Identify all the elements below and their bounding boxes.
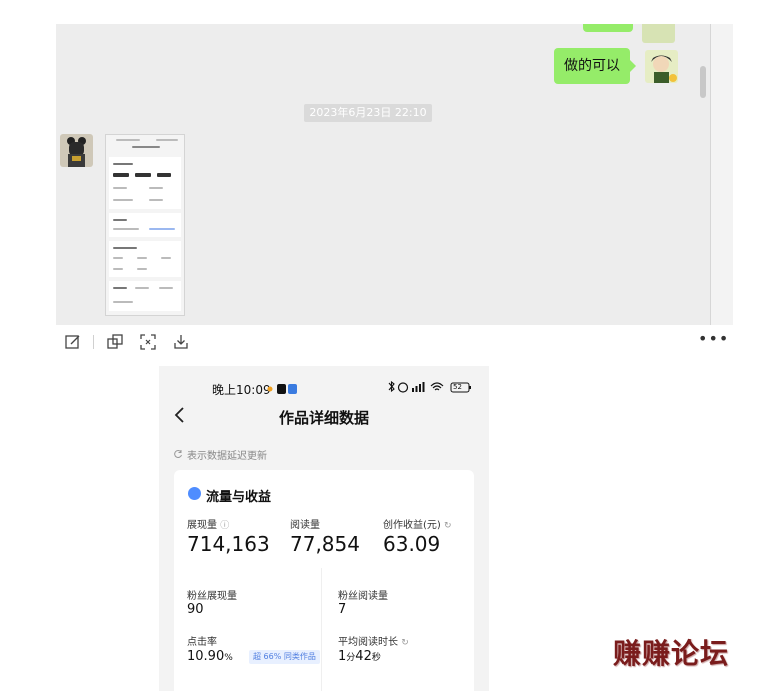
chat-scrollbar[interactable] [700,66,706,98]
click-rate-value: 10.90% [187,649,233,664]
edit-icon[interactable] [64,333,82,351]
status-bar-icons [388,380,471,393]
info-icon[interactable]: ⓘ [220,521,229,531]
copy-icon[interactable] [106,333,124,351]
section-title: 流量与收益 [206,490,272,505]
battery-level: 52 [453,383,462,391]
refresh-icon: ↻ [444,521,452,531]
metric-label-impressions: 展现量 ⓘ [187,520,230,531]
column-divider [321,568,322,691]
section-badge-icon [188,487,201,500]
refresh-icon [174,450,182,459]
traffic-revenue-card: 流量与收益 展现量 ⓘ 714,163 阅读量 77,854 创作收益(元) ↻… [174,470,474,691]
delay-note-text: 表示数据延迟更新 [187,451,267,462]
page-title: 作品详细数据 [278,409,369,427]
previous-message-bubble[interactable] [583,24,633,32]
metric-value-reads: 77,854 [290,532,360,556]
delay-note: 表示数据延迟更新 [173,447,267,462]
metric-label-reads: 阅读量 [290,520,320,531]
avg-read-time-value: 1分42秒 [338,649,381,664]
status-bar-time: 晚上10:09 [212,383,271,397]
side-panel-edge [710,24,733,325]
message-bubble[interactable]: 做的可以 [554,48,636,84]
avg-read-time-label: 平均阅读时长 ↻ [338,637,409,648]
metric-value-impressions: 714,163 [187,532,270,556]
scan-text-icon[interactable] [139,333,157,351]
chat-timestamp: 2023年6月23日 22:10 [304,104,432,122]
forum-watermark: 赚赚论坛 [613,637,730,670]
click-rate-badge: 超 66% 同类作品 [249,650,320,664]
download-icon[interactable] [172,333,190,351]
fan-impressions-value: 90 [187,602,204,617]
refresh-icon: ↻ [401,638,409,648]
image-toolbar: ••• [0,325,768,357]
user-avatar[interactable] [645,50,678,83]
user-avatar-top[interactable] [642,24,675,43]
fan-reads-label: 粉丝阅读量 [338,591,388,602]
fan-impressions-label: 粉丝展现量 [187,591,237,602]
status-app-icons [267,384,297,394]
image-message-thumbnail[interactable] [105,134,185,316]
click-rate-label: 点击率 [187,637,217,648]
sender-avatar[interactable] [60,134,93,167]
toolbar-divider [93,335,94,349]
phone-screenshot: 晚上10:09 52 作品详细数据 表示数据延迟更新 流量与收益 展现量 ⓘ 7… [159,366,489,691]
message-text: 做的可以 [564,58,620,74]
fan-reads-value: 7 [338,602,347,617]
metric-value-revenue: 63.09 [383,532,441,556]
more-options-button[interactable]: ••• [698,329,729,348]
metric-label-revenue: 创作收益(元) ↻ [383,520,452,531]
chat-history-panel[interactable]: 做的可以 2023年6月23日 22:10 [56,24,710,325]
